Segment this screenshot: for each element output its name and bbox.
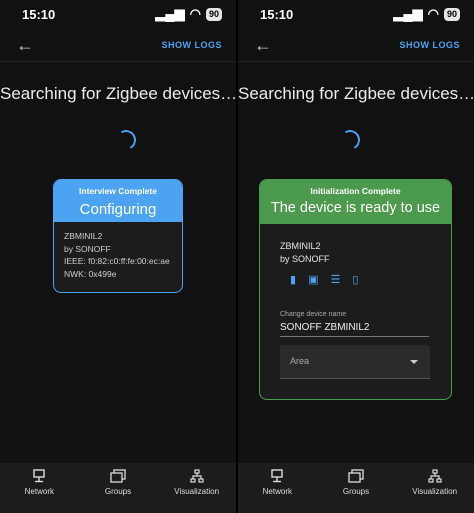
nav-visualization[interactable]: Visualization (162, 463, 232, 513)
nav-label: Visualization (412, 487, 458, 496)
device-card-configuring: Interview Complete Configuring ZBMINIL2 … (53, 179, 183, 293)
status-time: 15:10 (260, 6, 294, 22)
nav-groups[interactable]: Groups (321, 463, 391, 513)
bottom-nav: Network Groups Visualization (0, 463, 236, 513)
loading-spinner (113, 127, 139, 153)
device-info: ZBMINIL2 by SONOFF (260, 224, 451, 265)
device-name-input[interactable]: SONOFF ZBMINIL2 (280, 322, 429, 337)
show-logs-button[interactable]: SHOW LOGS (400, 40, 461, 50)
signal-icon: ▂▄▆ (393, 6, 423, 21)
groups-icon (110, 469, 126, 483)
nav-label: Visualization (174, 487, 220, 496)
device-manufacturer: by SONOFF (280, 253, 330, 264)
nav-groups[interactable]: Groups (83, 463, 153, 513)
app-bar: ← SHOW LOGS (0, 28, 236, 62)
nav-network[interactable]: Network (4, 463, 74, 513)
initialization-status: Initialization Complete (310, 186, 401, 196)
nav-label: Groups (104, 487, 132, 496)
ready-message: The device is ready to use (270, 200, 441, 216)
device-name-label: Change device name (280, 311, 347, 318)
device-ieee: IEEE: f0:82:c0:ff:fe:00:ec:ae (64, 256, 170, 266)
wifi-icon: ◠ (189, 6, 201, 21)
device-icons: ▮ ▣ ☰ ▯ (260, 265, 451, 286)
device-nwk: NWK: 0x499e (64, 268, 117, 279)
device-model: ZBMINIL2 (280, 241, 321, 251)
app-bar: ← SHOW LOGS (238, 28, 474, 62)
nav-visualization[interactable]: Visualization (400, 463, 470, 513)
search-heading: Searching for Zigbee devices… (238, 84, 474, 103)
arrow-back-icon[interactable]: ← (254, 36, 272, 54)
device-card-ready: Initialization Complete The device is re… (259, 179, 452, 400)
device-icon[interactable]: ▣ (308, 274, 318, 286)
visualization-icon (428, 469, 442, 483)
search-heading: Searching for Zigbee devices… (0, 84, 236, 103)
wifi-icon: ◠ (427, 6, 439, 21)
right-screen: 15:10 ▂▄▆ ◠ 90 ← SHOW LOGS Searching for… (238, 0, 474, 513)
bottom-nav: Network Groups Visualization (238, 463, 474, 513)
device-manufacturer: by SONOFF (64, 243, 111, 254)
interview-status: Interview Complete (79, 186, 157, 196)
nav-network[interactable]: Network (242, 463, 312, 513)
network-icon (271, 469, 284, 483)
status-time: 15:10 (22, 6, 56, 22)
card-header: Initialization Complete The device is re… (260, 180, 451, 224)
arrow-back-icon[interactable]: ← (16, 36, 34, 54)
battery-icon[interactable]: ▮ (290, 274, 296, 286)
network-icon (33, 469, 46, 483)
nav-label: Groups (342, 487, 370, 496)
nav-label: Network (24, 487, 54, 496)
remote-icon[interactable]: ▯ (352, 274, 358, 286)
card-header: Interview Complete Configuring (54, 180, 182, 222)
list-icon[interactable]: ☰ (330, 274, 340, 286)
loading-spinner (337, 127, 363, 153)
show-logs-button[interactable]: SHOW LOGS (162, 40, 223, 50)
signal-icon: ▂▄▆ (155, 6, 185, 21)
device-model: ZBMINIL2 (64, 231, 103, 241)
nav-label: Network (262, 487, 292, 496)
groups-icon (348, 469, 364, 483)
chevron-down-icon (410, 360, 418, 364)
battery-level: 90 (443, 7, 460, 21)
area-select[interactable]: Area (280, 345, 430, 379)
battery-level: 90 (205, 7, 222, 21)
area-label: Area (290, 356, 310, 366)
status-bar: 15:10 ▂▄▆ ◠ 90 (238, 0, 474, 28)
status-bar: 15:10 ▂▄▆ ◠ 90 (0, 0, 236, 28)
device-state: Configuring (79, 201, 157, 218)
visualization-icon (190, 469, 204, 483)
device-info: ZBMINIL2 by SONOFF IEEE: f0:82:c0:ff:fe:… (54, 222, 182, 288)
left-screen: 15:10 ▂▄▆ ◠ 90 ← SHOW LOGS Searching for… (0, 0, 236, 513)
